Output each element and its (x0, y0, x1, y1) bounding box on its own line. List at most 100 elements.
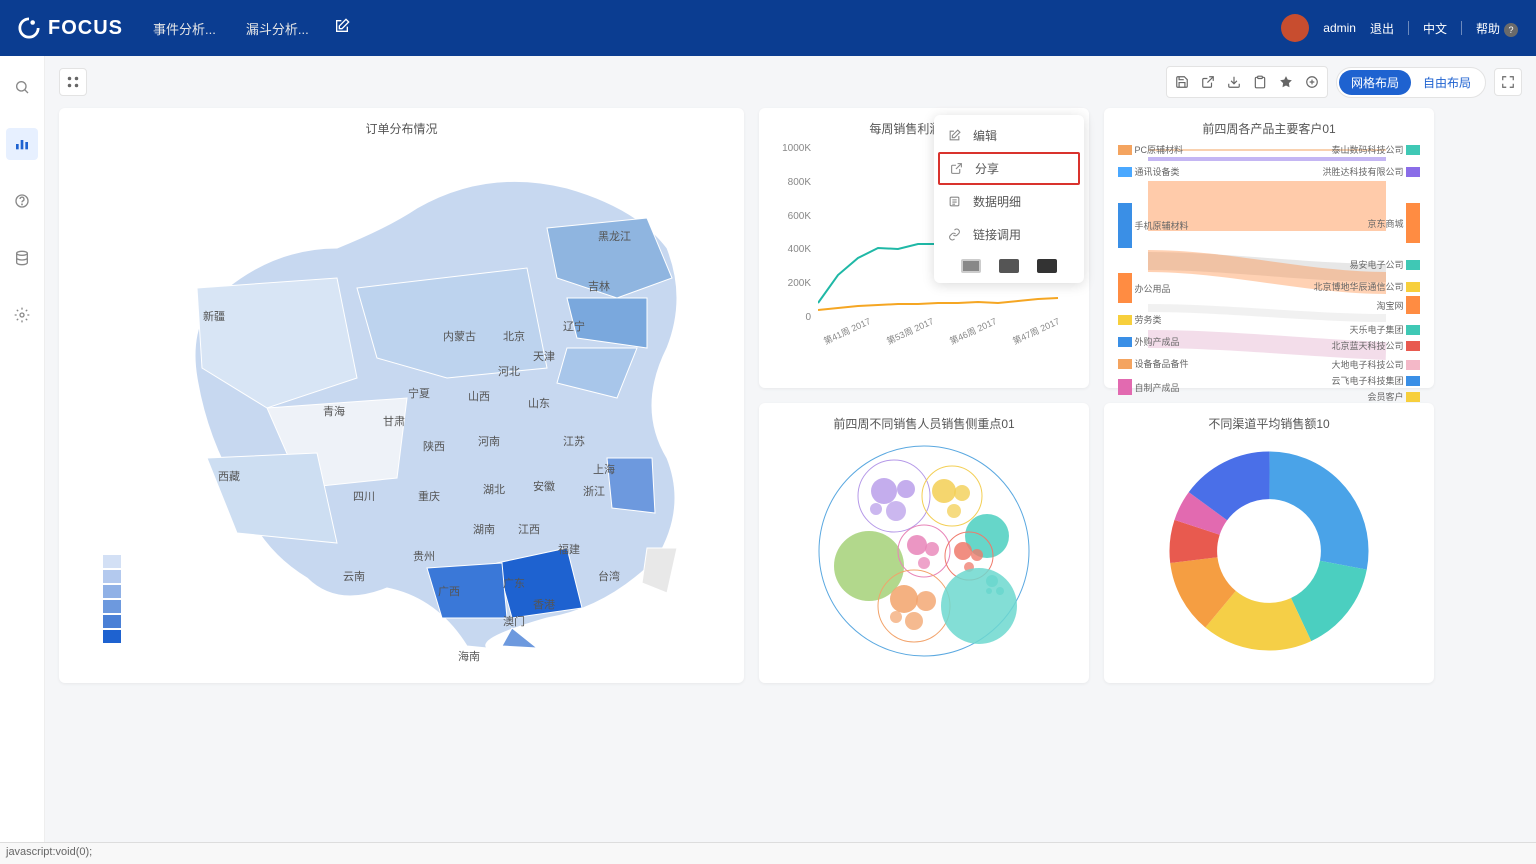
username[interactable]: admin (1323, 21, 1356, 35)
map-title: 订单分布情况 (73, 120, 730, 137)
question-icon (14, 193, 30, 209)
save-icon (1175, 75, 1189, 89)
star-icon (1279, 75, 1293, 89)
dropdown-detail[interactable]: 数据明细 (934, 185, 1084, 218)
province-label: 安徽 (533, 478, 555, 494)
sidebar-help[interactable] (6, 185, 38, 217)
province-label: 辽宁 (563, 318, 585, 334)
province-label: 江西 (518, 521, 540, 537)
layout-grid-option[interactable]: 网格布局 (1339, 70, 1411, 95)
province-label: 上海 (593, 461, 615, 477)
sankey-chart[interactable]: PC原辅材料 通讯设备类 手机原辅材料 办公用品 劳务类 外购产成品 设备备品备… (1118, 143, 1420, 373)
fullscreen-button[interactable] (1494, 68, 1522, 96)
dropdown-edit[interactable]: 编辑 (934, 119, 1084, 152)
logout-link[interactable]: 退出 (1370, 20, 1394, 37)
province-label: 山东 (528, 395, 550, 411)
donut-title: 不同渠道平均销售额10 (1118, 415, 1420, 432)
sankey-right-nodes: 泰山数码科技公司 洪胜达科技有限公司 京东商城 易安电子公司 北京博地华辰通信公… (1285, 143, 1420, 428)
brand-logo: FOCUS (18, 17, 123, 40)
divider (1461, 21, 1462, 35)
avatar[interactable] (1281, 14, 1309, 42)
province-label: 湖南 (473, 521, 495, 537)
dropdown-share[interactable]: 分享 (938, 152, 1080, 185)
province-label: 云南 (343, 568, 365, 584)
lang-link[interactable]: 中文 (1423, 20, 1447, 37)
bubble-card: 前四周不同销售人员销售侧重点01 (759, 403, 1089, 683)
list-icon (948, 195, 961, 208)
nav-tab-event[interactable]: 事件分析... (153, 19, 216, 38)
sankey-left-nodes: PC原辅材料 通讯设备类 手机原辅材料 办公用品 劳务类 外购产成品 设备备品备… (1118, 143, 1268, 426)
sankey-title: 前四周各产品主要客户01 (1118, 120, 1420, 137)
province-label: 西藏 (218, 468, 240, 484)
link-icon (948, 228, 961, 241)
dashboard-grid: 订单分布情况 (59, 108, 1522, 683)
bubble-title: 前四周不同销售人员销售侧重点01 (773, 415, 1075, 432)
province-label: 福建 (558, 541, 580, 557)
x-axis: 第41周 2017 第53周 2017 第46周 2017 第47周 2017 (818, 335, 1070, 348)
dropdown-link[interactable]: 链接调用 (934, 218, 1084, 251)
pencil-icon (948, 129, 961, 142)
donut-chart[interactable] (1118, 438, 1420, 663)
download-icon (1227, 75, 1241, 89)
apps-icon (66, 75, 80, 89)
download-button[interactable] (1222, 70, 1246, 94)
province-label: 澳门 (503, 613, 525, 629)
action-button-group (1166, 66, 1328, 98)
toolbar: 网格布局 自由布局 (59, 66, 1522, 98)
sidebar-dashboard[interactable] (6, 128, 38, 160)
brand-text: FOCUS (48, 17, 123, 40)
nav-tab-funnel[interactable]: 漏斗分析... (246, 19, 309, 38)
province-label: 台湾 (598, 568, 620, 584)
line-chart-card: 每周销售利润总览01 1000K800K600K400K200K0 第 (759, 108, 1089, 388)
help-link[interactable]: 帮助? (1476, 20, 1518, 37)
save-button[interactable] (1170, 70, 1194, 94)
donut-card: 不同渠道平均销售额10 (1104, 403, 1434, 683)
search-icon (14, 79, 30, 95)
color-swatch-grey[interactable] (961, 259, 981, 273)
province-label: 陕西 (423, 438, 445, 454)
database-icon (14, 250, 30, 266)
province-label: 海南 (458, 648, 480, 664)
export-button[interactable] (1196, 70, 1220, 94)
province-label: 江苏 (563, 433, 585, 449)
province-label: 内蒙古 (443, 328, 476, 344)
sidebar (0, 56, 45, 864)
sidebar-search[interactable] (6, 71, 38, 103)
nav-tabs: 事件分析... 漏斗分析... (153, 19, 309, 38)
export-icon (1201, 75, 1215, 89)
sankey-card: 前四周各产品主要客户01 PC原辅材料 通讯设备类 手机 (1104, 108, 1434, 388)
add-button[interactable] (1300, 70, 1324, 94)
province-label: 黑龙江 (598, 228, 631, 244)
province-label: 山西 (468, 388, 490, 404)
color-swatch-dark[interactable] (999, 259, 1019, 273)
header-right: admin 退出 中文 帮助? (1281, 14, 1518, 42)
sidebar-data[interactable] (6, 242, 38, 274)
province-label: 香港 (533, 596, 555, 612)
donut-svg (1169, 451, 1369, 651)
favorite-button[interactable] (1274, 70, 1298, 94)
fullscreen-icon (1501, 75, 1515, 89)
province-label: 天津 (533, 348, 555, 364)
edit-icon[interactable] (334, 18, 350, 39)
china-map[interactable]: 黑龙江 吉林 辽宁 内蒙古 北京 天津 河北 山西 山东 新疆 青海 甘肃 宁夏… (73, 143, 730, 653)
chart-icon (14, 136, 30, 152)
map-card: 订单分布情况 (59, 108, 744, 683)
province-label: 浙江 (583, 483, 605, 499)
province-label: 吉林 (588, 278, 610, 294)
copy-button[interactable] (1248, 70, 1272, 94)
province-label: 青海 (323, 403, 345, 419)
map-legend (103, 555, 121, 643)
province-label: 甘肃 (383, 413, 405, 429)
packed-bubble-chart[interactable] (773, 438, 1075, 663)
province-label: 新疆 (203, 308, 225, 324)
apps-button[interactable] (59, 68, 87, 96)
color-swatch-black[interactable] (1037, 259, 1057, 273)
layout-free-option[interactable]: 自由布局 (1411, 70, 1483, 95)
province-label: 贵州 (413, 548, 435, 564)
province-label: 湖北 (483, 481, 505, 497)
province-label: 广西 (438, 583, 460, 599)
province-label: 北京 (503, 328, 525, 344)
divider (1408, 21, 1409, 35)
sidebar-settings[interactable] (6, 299, 38, 331)
province-label: 宁夏 (408, 385, 430, 401)
